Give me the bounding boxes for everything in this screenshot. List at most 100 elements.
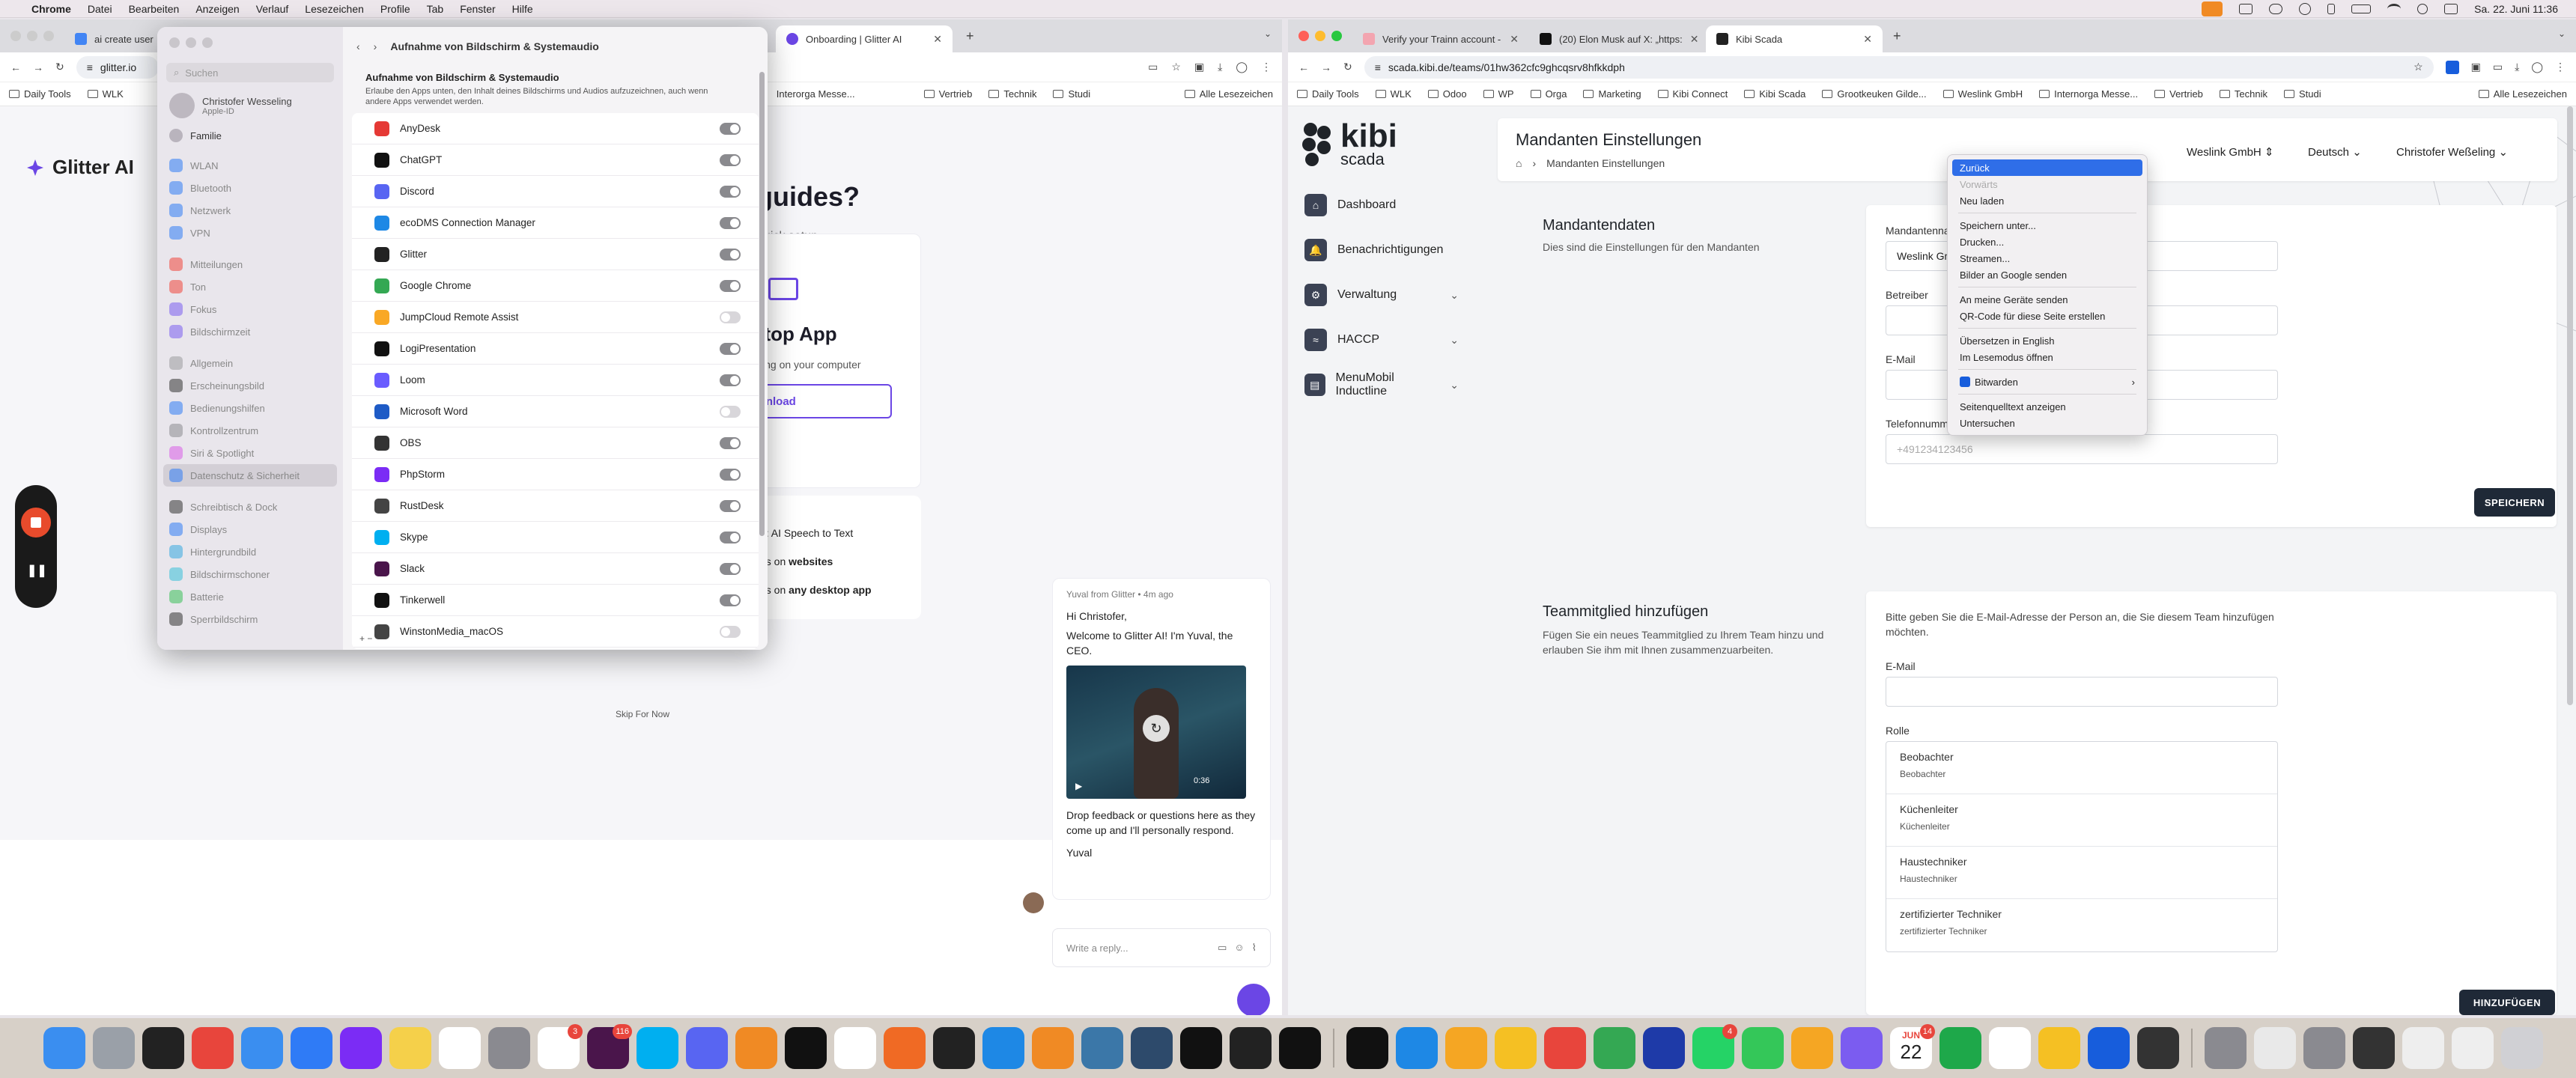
- context-item-streamen[interactable]: Streamen...: [1952, 250, 2142, 267]
- menu-app-name[interactable]: Chrome: [31, 3, 71, 15]
- tab-search-icon[interactable]: ⌄: [2558, 28, 2566, 39]
- context-item-u-bersetzen-in-english[interactable]: Übersetzen in English: [1952, 332, 2142, 349]
- bookmark-interorga[interactable]: Interorga Messe...: [777, 88, 855, 100]
- reload-icon[interactable]: ↻: [1343, 61, 1352, 73]
- dock-github-icon[interactable]: [2353, 1027, 2395, 1069]
- close-tab-icon[interactable]: ✕: [1690, 33, 1699, 46]
- tab-search-icon[interactable]: ⌄: [1264, 28, 1272, 39]
- dock-mail-icon[interactable]: [241, 1027, 283, 1069]
- dock-remote-icon[interactable]: [2137, 1027, 2179, 1069]
- dock-sheets-icon[interactable]: [1495, 1027, 1537, 1069]
- menu-item-fenster[interactable]: Fenster: [460, 3, 495, 15]
- dock-capcut-icon[interactable]: [1346, 1027, 1388, 1069]
- dock-discord-icon[interactable]: [686, 1027, 728, 1069]
- wifi-icon[interactable]: [2387, 3, 2402, 14]
- role-option-beobachter[interactable]: Beobachter Beobachter: [1886, 742, 2277, 794]
- stop-recording-button[interactable]: [21, 508, 51, 538]
- page-scrollbar[interactable]: [2567, 106, 2573, 705]
- new-tab-icon[interactable]: +: [966, 28, 974, 44]
- close-tab-icon[interactable]: ✕: [933, 33, 942, 46]
- tab-kibi-scada[interactable]: Kibi Scada ✕: [1706, 25, 1883, 52]
- pause-button[interactable]: ❚❚: [27, 563, 47, 578]
- context-item-bilder-an-google-senden[interactable]: Bilder an Google senden: [1952, 267, 2142, 283]
- menu-item-bearbeiten[interactable]: Bearbeiten: [129, 3, 180, 15]
- context-item-untersuchen[interactable]: Untersuchen: [1952, 415, 2142, 431]
- toggle-discord[interactable]: [720, 185, 741, 198]
- extension-icon[interactable]: ▣: [2471, 61, 2481, 73]
- skip-for-now-link[interactable]: Skip For Now: [616, 709, 669, 719]
- sidebar-item-fokus[interactable]: Fokus: [157, 298, 343, 320]
- gear-icon[interactable]: [2299, 2, 2312, 15]
- bookmark-internorga-messe[interactable]: Internorga Messe...: [2039, 88, 2138, 100]
- dock-bitwarden-icon[interactable]: [2088, 1027, 2130, 1069]
- minimize-button[interactable]: [1315, 31, 1325, 41]
- bookmark-marketing[interactable]: Marketing: [1583, 88, 1641, 100]
- bookmark-studi[interactable]: Studi: [1053, 88, 1090, 100]
- sidebar-item-netzwerk[interactable]: Netzwerk: [157, 199, 343, 222]
- cloud-icon[interactable]: [2269, 3, 2283, 14]
- dock-notes-icon[interactable]: [389, 1027, 431, 1069]
- toggle-microsoft-word[interactable]: [720, 405, 741, 418]
- menu-dots-icon[interactable]: ⋮: [1261, 61, 1272, 73]
- bookmark-technik[interactable]: Technik: [2219, 88, 2267, 100]
- chat-video[interactable]: ↻ 0:36 ▶: [1066, 666, 1246, 799]
- zoom-button[interactable]: [202, 37, 213, 48]
- phone-input[interactable]: +491234123456: [1886, 434, 2278, 464]
- dock-settings-app-icon[interactable]: [488, 1027, 530, 1069]
- forward-icon[interactable]: ›: [374, 40, 377, 52]
- dock-office-icon[interactable]: [1544, 1027, 1586, 1069]
- dock-numbers-icon[interactable]: [1939, 1027, 1981, 1069]
- toggle-logipresentation[interactable]: [720, 342, 741, 355]
- toggle-loom[interactable]: [720, 374, 741, 386]
- dock-cloud-icon[interactable]: [1445, 1027, 1487, 1069]
- nav-item-dashboard[interactable]: ⌂ Dashboard: [1288, 183, 1475, 228]
- bookmark-grootkeuken-gilde[interactable]: Grootkeuken Gilde...: [1822, 88, 1927, 100]
- tab-onboarding-glitter[interactable]: Onboarding | Glitter AI ✕: [776, 25, 953, 52]
- settings-search-input[interactable]: ⌕ Suchen: [166, 63, 334, 82]
- bookmark-daily-tools[interactable]: Daily Tools: [1297, 88, 1359, 100]
- profile-icon[interactable]: ◯: [2531, 61, 2543, 73]
- dock-safari-icon[interactable]: [291, 1027, 332, 1069]
- dock-logi-icon[interactable]: [1279, 1027, 1321, 1069]
- nav-item-haccp[interactable]: ≈ HACCP ⌄: [1288, 317, 1475, 362]
- dock-drive-icon[interactable]: [1594, 1027, 1635, 1069]
- sidebar-item-erscheinungsbild[interactable]: Erscheinungsbild: [157, 374, 343, 397]
- sidebar-item-siri-spotlight[interactable]: Siri & Spotlight: [157, 442, 343, 464]
- sidebar-item-sperrbildschirm[interactable]: Sperrbildschirm: [157, 608, 343, 630]
- close-tab-icon[interactable]: ✕: [1863, 33, 1872, 46]
- tab-ai-create-user[interactable]: ai create user m: [64, 25, 154, 52]
- context-item-speichern-unter[interactable]: Speichern unter...: [1952, 217, 2142, 234]
- context-item-zuru-ck[interactable]: Zurück: [1952, 159, 2142, 176]
- bluetooth-icon[interactable]: [2327, 3, 2336, 14]
- add-remove-buttons[interactable]: + −: [359, 633, 372, 644]
- user-menu[interactable]: Christofer Weßeling ⌄: [2396, 145, 2508, 159]
- toggle-chatgpt[interactable]: [720, 153, 741, 166]
- replay-icon[interactable]: ↻: [1143, 715, 1170, 742]
- toggle-google-chrome[interactable]: [720, 279, 741, 292]
- profile-icon[interactable]: ◯: [1236, 61, 1248, 73]
- dock-pen-icon[interactable]: [884, 1027, 926, 1069]
- right-address-bar[interactable]: ≡ scada.kibi.de/teams/01hw362cfc9ghcqsrv8…: [1364, 55, 2434, 79]
- context-item-neu-laden[interactable]: Neu laden: [1952, 192, 2142, 209]
- bookmark-odoo[interactable]: Odoo: [1427, 88, 1467, 100]
- toggle-winstonmedia-macos[interactable]: [720, 625, 741, 638]
- cast-icon[interactable]: ▭: [2493, 61, 2503, 73]
- zoom-button[interactable]: [1331, 31, 1342, 41]
- bookmark-wlk[interactable]: WLK: [87, 88, 124, 100]
- chat-reply-input[interactable]: Write a reply... ▭ ☺ ⌇: [1052, 928, 1271, 967]
- search-icon[interactable]: [2417, 3, 2428, 14]
- save-button[interactable]: SPEICHERN: [2474, 488, 2555, 517]
- dock-launchpad-icon[interactable]: [93, 1027, 135, 1069]
- dock-console-icon[interactable]: [1230, 1027, 1272, 1069]
- sidebar-item-ton[interactable]: Ton: [157, 275, 343, 298]
- org-switcher[interactable]: Weslink GmbH ⇕: [2187, 145, 2274, 159]
- dock-preview-icon[interactable]: [2205, 1027, 2247, 1069]
- sidebar-item-bluetooth[interactable]: Bluetooth: [157, 177, 343, 199]
- screen-cast-icon[interactable]: ▭: [1148, 61, 1158, 73]
- dock-chatgpt-icon[interactable]: [834, 1027, 876, 1069]
- sidebar-item-kontrollzentrum[interactable]: Kontrollzentrum: [157, 419, 343, 442]
- gif-icon[interactable]: ▭: [1218, 942, 1227, 954]
- download-icon[interactable]: ⤓: [1218, 61, 1222, 73]
- play-icon[interactable]: ▶: [1075, 781, 1082, 791]
- bookmark-studi[interactable]: Studi: [2284, 88, 2321, 100]
